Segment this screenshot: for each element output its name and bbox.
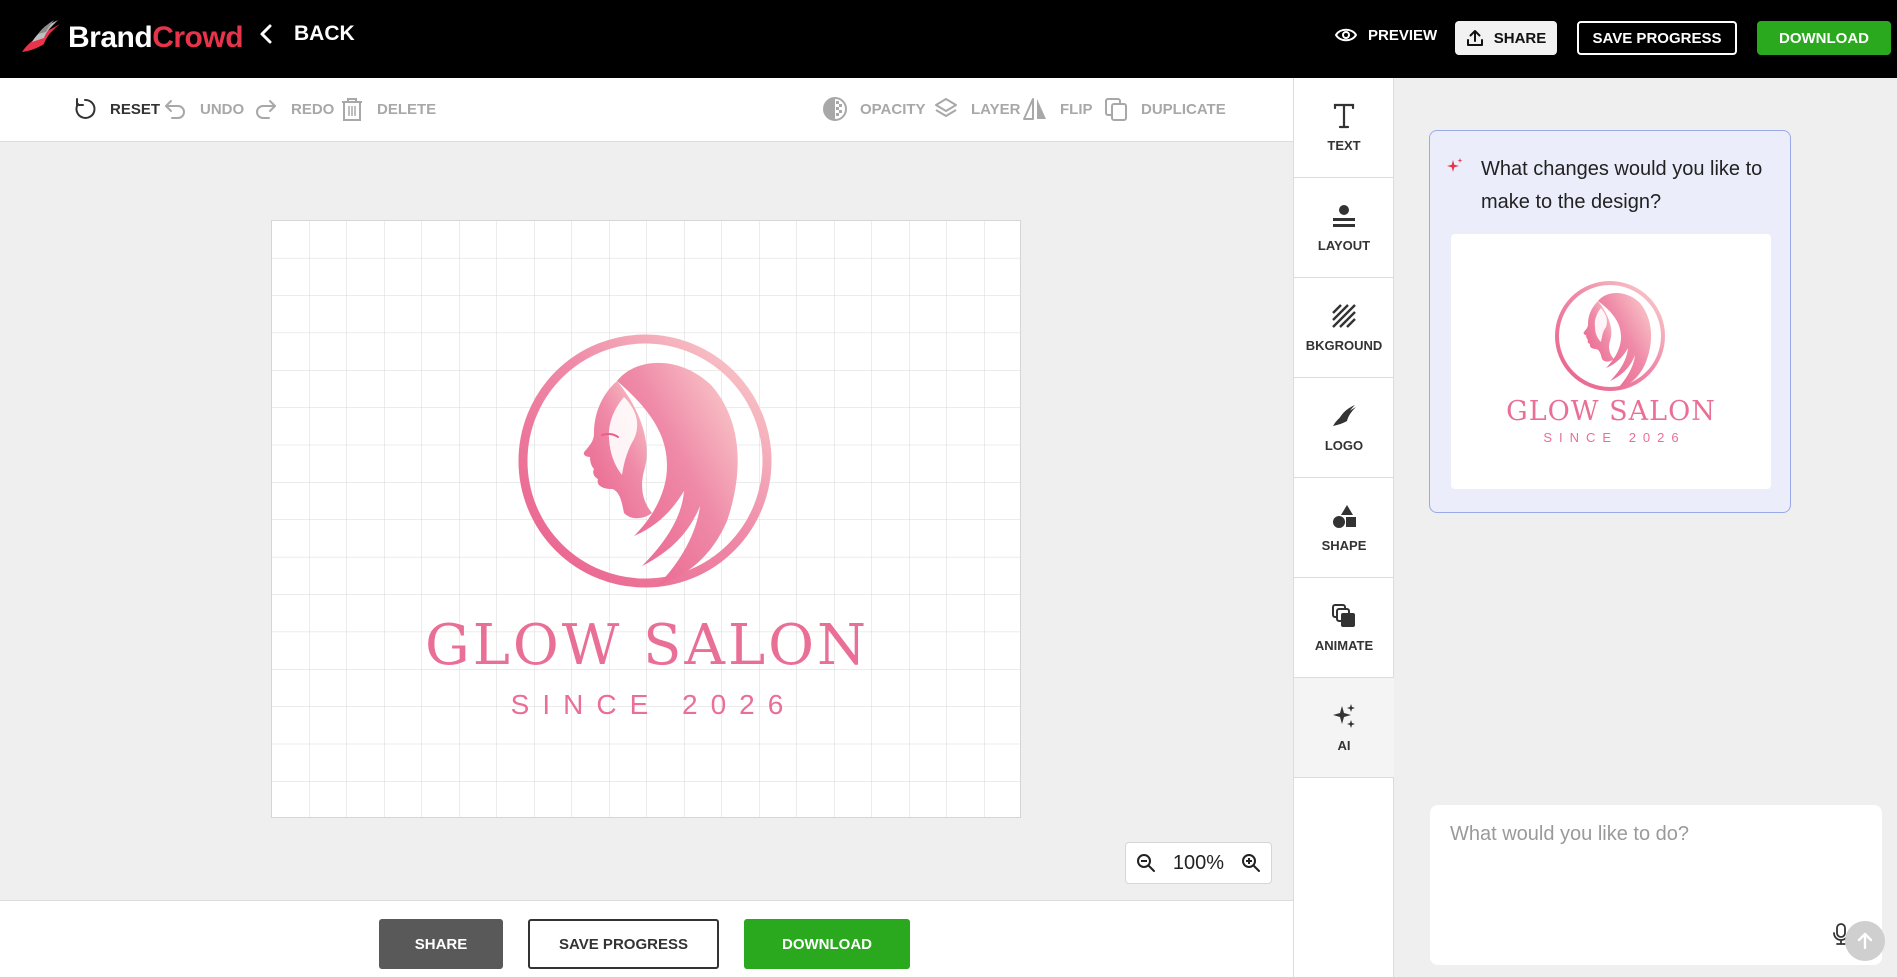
preview-title-text: GLOW SALON [1506,396,1716,427]
reset-button[interactable]: RESET [72,96,160,122]
brandcrowd-bird-icon [22,20,60,52]
rail-item-text[interactable]: TEXT [1294,78,1394,178]
flip-button[interactable]: FLIP [1022,96,1093,122]
layers-icon [935,98,957,117]
shape-icon [1333,505,1356,528]
duplicate-icon [1105,98,1127,121]
opacity-button[interactable]: OPACITY [822,96,926,122]
brand-name-part2: Crowd [152,21,244,54]
undo-button[interactable]: UNDO [162,96,244,122]
preview-label: PREVIEW [1368,26,1438,44]
layer-button[interactable]: LAYER [933,96,1020,122]
rail-item-logo[interactable]: LOGO [1294,378,1394,478]
footer-save-progress-button[interactable]: SAVE PROGRESS [528,919,719,969]
duplicate-label: DUPLICATE [1141,100,1226,118]
zoom-control: 100% [1125,842,1272,884]
brand-name: BrandCrowd [68,21,244,55]
back-label: BACK [294,22,355,45]
duplicate-button[interactable]: DUPLICATE [1103,96,1226,122]
trash-icon [342,98,362,121]
ai-assistant-panel: What changes would you like to make to t… [1394,78,1897,977]
ai-sparkle-icon [1447,158,1463,172]
canvas-area: GLOW SALON SINCE 2026 100% [0,142,1293,900]
brand-logo[interactable]: BrandCrowd [20,18,244,58]
flip-icon [1023,98,1046,120]
design-title-text[interactable]: GLOW SALON [272,613,1020,678]
eye-icon [1334,28,1358,42]
edit-toolbar: RESET UNDO REDO DELETE OPACITY LAYER FLI… [0,78,1293,142]
brand-name-part1: Brand [68,21,153,54]
ai-design-preview[interactable]: GLOW SALON SINCE 2026 [1451,234,1771,489]
delete-button[interactable]: DELETE [339,96,436,122]
header-save-progress-button[interactable]: SAVE PROGRESS [1577,21,1737,55]
rail-item-layout[interactable]: LAYOUT [1294,178,1394,278]
top-bar: BrandCrowd BACK PREVIEW SHARE SAVE PROGR… [0,0,1897,78]
header-share-button[interactable]: SHARE [1455,21,1557,55]
upload-icon [1466,30,1483,46]
rail-label-layout: LAYOUT [1317,238,1371,253]
text-icon [1333,103,1355,129]
undo-label: UNDO [200,100,245,118]
rail-item-animate[interactable]: ANIMATE [1294,578,1394,678]
footer-download-button[interactable]: DOWNLOAD [744,919,910,969]
redo-label: REDO [291,100,335,118]
reset-label: RESET [110,100,161,118]
ai-prompt-box [1430,805,1885,965]
zoom-level: 100% [1172,851,1225,874]
redo-icon [256,100,276,119]
header-share-label: SHARE [1493,29,1547,47]
chevron-left-icon [260,24,272,44]
bottom-action-bar: SHARE SAVE PROGRESS DOWNLOAD [0,900,1293,977]
rail-label-background: BKGROUND [1305,338,1383,353]
logo-icon [1333,405,1356,426]
design-subtitle-text[interactable]: SINCE 2026 [272,689,1020,721]
redo-button[interactable]: REDO [253,96,334,122]
ai-prompt-input[interactable] [1430,805,1882,965]
arrow-up-icon [1857,932,1873,950]
header-download-button[interactable]: DOWNLOAD [1757,21,1891,55]
rail-item-ai[interactable]: AI [1294,678,1394,778]
delete-label: DELETE [377,100,437,118]
tool-rail: TEXT LAYOUT BKGROUND LOGO SHAPE ANIMATE … [1293,78,1394,977]
opacity-label: OPACITY [860,100,926,118]
salon-woman-emblem[interactable] [272,221,1021,818]
layout-icon [1333,205,1355,227]
ai-sparkle-icon [1333,704,1355,728]
rail-label-text: TEXT [1327,138,1361,153]
rail-item-shape[interactable]: SHAPE [1294,478,1394,578]
opacity-icon [823,97,847,121]
preview-subtitle-text: SINCE 2026 [1543,430,1686,445]
animate-icon [1332,604,1355,627]
reset-icon [75,98,96,119]
ai-message-card: What changes would you like to make to t… [1429,130,1791,513]
back-button[interactable]: BACK [256,22,355,46]
zoom-in-icon[interactable] [1241,853,1261,873]
ai-question-text: What changes would you like to make to t… [1481,158,1763,213]
zoom-out-icon[interactable] [1136,853,1156,873]
preview-woman-emblem [1555,281,1665,391]
undo-icon [165,100,185,119]
flip-label: FLIP [1060,100,1093,118]
background-icon [1332,304,1356,328]
rail-label-animate: ANIMATE [1314,638,1374,653]
preview-button[interactable]: PREVIEW [1334,26,1437,44]
rail-label-shape: SHAPE [1321,538,1367,553]
design-artboard[interactable]: GLOW SALON SINCE 2026 [271,220,1021,818]
rail-label-ai: AI [1337,738,1351,753]
rail-label-logo: LOGO [1324,438,1364,453]
rail-item-background[interactable]: BKGROUND [1294,278,1394,378]
layer-label: LAYER [971,100,1021,118]
send-button[interactable] [1845,921,1885,961]
footer-share-button[interactable]: SHARE [379,919,503,969]
